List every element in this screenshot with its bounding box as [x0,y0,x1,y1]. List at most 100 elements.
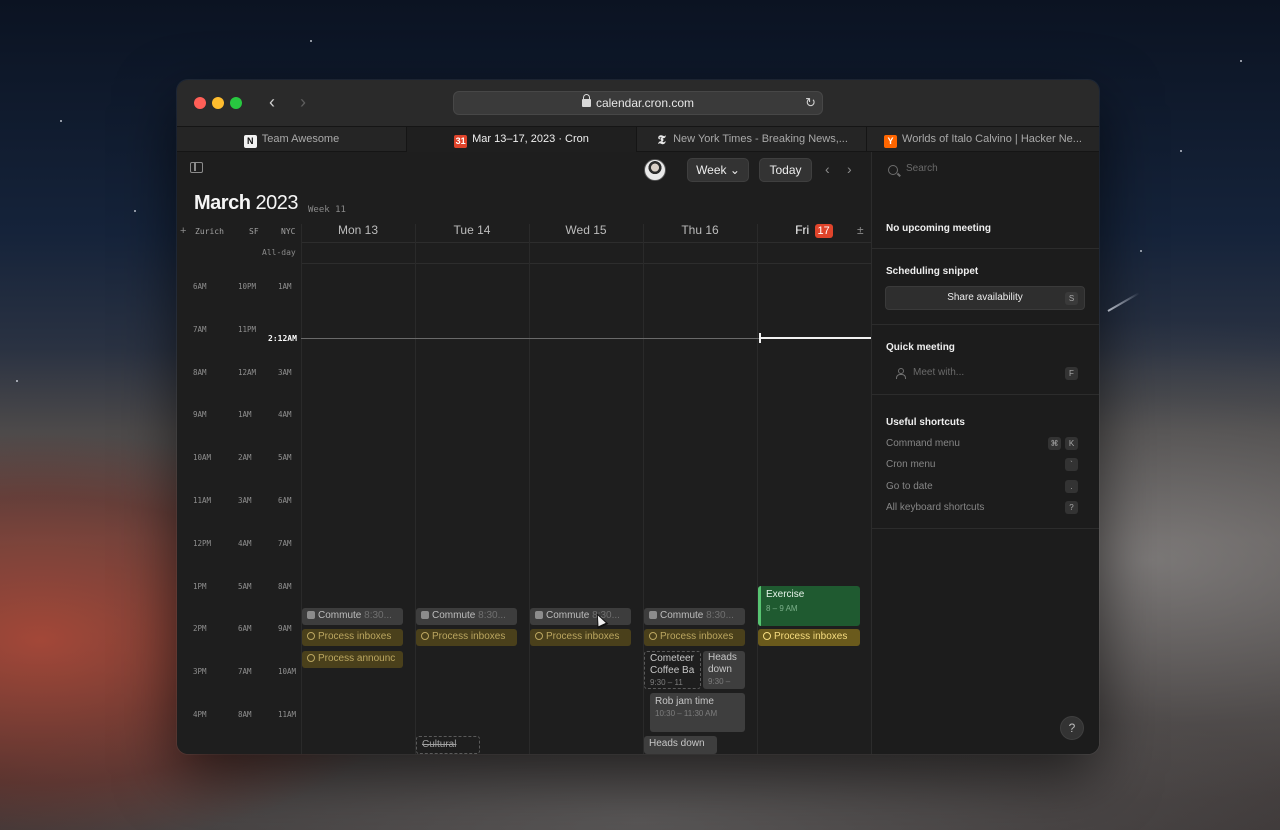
tab-label: Worlds of Italo Calvino | Hacker Ne... [902,133,1082,145]
back-arrow-icon[interactable]: ‹ [262,92,282,112]
minimize-window-button[interactable] [212,97,224,109]
current-time-label: 2:12AM [268,334,297,343]
sidebar-toggle-icon[interactable] [190,162,203,173]
event-title: Process inboxes [660,631,734,642]
zoom-window-button[interactable] [230,97,242,109]
event-commute[interactable]: Commute 8:30... [416,608,517,625]
expand-days-icon[interactable]: ± [857,223,864,237]
avatar[interactable] [644,159,666,181]
hour-label: 7AM [238,667,252,677]
hour-label: 10AM [193,453,212,463]
event-exercise[interactable]: Exercise 8 – 9 AM [758,586,860,626]
quick-meeting-heading: Quick meeting [886,342,955,353]
divider [872,394,1099,395]
commute-icon [535,611,543,619]
event-time: 10:30 – 11:30 AM [655,709,718,718]
event-process-announcements[interactable]: Process announc [302,651,403,668]
hour-label: 8AM [278,581,292,591]
allday-label: All-day [262,248,296,257]
page-title: March 2023 [194,192,298,215]
star [310,40,312,42]
hour-label: 10PM [238,282,257,291]
event-process-inboxes[interactable]: Process inboxes [416,629,517,646]
event-process-inboxes[interactable]: Process inboxes [530,629,631,646]
grid-line [415,224,416,754]
event-process-inboxes[interactable]: Process inboxes [644,629,745,646]
event-title: Process announc [318,653,396,664]
tab-team-awesome[interactable]: N Team Awesome [177,127,407,152]
star [134,210,136,212]
hour-label: 2PM [193,624,207,634]
tab-cron[interactable]: 31 Mar 13–17, 2023 · Cron [407,127,637,152]
today-button[interactable]: Today [759,158,812,182]
meet-with-input[interactable] [913,367,1053,378]
event-title: Commute [546,610,590,621]
hour-label: 9AM [193,410,207,420]
event-cultural[interactable]: Cultural [416,736,480,754]
shortcut-all-keyboard[interactable]: All keyboard shortcuts [886,502,984,513]
target-icon [763,632,771,640]
event-commute[interactable]: Commute 8:30... [302,608,403,625]
divider [301,263,871,264]
tab-label: Team Awesome [261,133,340,145]
event-title: Exercise [766,589,805,600]
hour-label: 3AM [278,367,292,377]
event-heads-down[interactable]: Heads down [644,736,717,754]
event-cometeer-coffee[interactable]: Cometeer Coffee Ba 9:30 – 11 AM [644,651,701,689]
divider [301,242,871,243]
event-time: 8:30... [364,610,392,621]
target-icon [649,632,657,640]
event-title: Cultural [422,739,457,750]
event-commute[interactable]: Commute 8:30... [530,608,631,625]
hour-label: 3AM [238,496,252,505]
event-title: Commute [660,610,704,621]
day-header[interactable]: Thu 16 [643,223,757,237]
timezone-label: Zurich [195,227,224,236]
shortcut-cron-menu[interactable]: Cron menu [886,459,935,470]
shortcut-key: ` [1065,458,1078,471]
hour-label: 11AM [278,710,297,719]
target-icon [535,632,543,640]
event-time: 8:30... [478,610,506,621]
shortcut-command-menu[interactable]: Command menu [886,438,960,449]
hour-label: 8AM [238,710,252,719]
previous-week-icon[interactable]: ‹ [825,159,830,179]
day-header[interactable]: Tue 14 [415,223,529,237]
star [1140,250,1142,252]
target-icon [307,654,315,662]
commute-icon [649,611,657,619]
tab-nyt[interactable]: 𝕿 New York Times - Breaking News,... [637,127,867,152]
address-bar[interactable]: calendar.cron.com ↻ [453,91,823,115]
reload-icon[interactable]: ↻ [805,92,816,114]
event-process-inboxes[interactable]: Process inboxes [758,629,860,646]
commute-icon [421,611,429,619]
close-window-button[interactable] [194,97,206,109]
shortcut-go-to-date[interactable]: Go to date [886,481,933,492]
day-header[interactable]: Wed 15 [529,223,643,237]
forward-arrow-icon[interactable]: › [293,92,313,112]
tab-hacker-news[interactable]: Y Worlds of Italo Calvino | Hacker Ne... [867,127,1099,152]
star [16,380,18,382]
share-availability-button[interactable]: Share availability [885,286,1085,310]
hour-label: 6AM [193,282,207,291]
event-commute[interactable]: Commute 8:30... [644,608,745,625]
day-header-today[interactable]: Fri 17 [757,223,871,238]
commute-icon [307,611,315,619]
star [60,120,62,122]
current-time-line-today [759,337,871,339]
hour-label: 8AM [193,367,207,377]
search-input[interactable] [906,163,1076,174]
hour-label: 5AM [238,581,252,591]
day-header[interactable]: Mon 13 [301,223,415,237]
add-timezone-icon[interactable]: + [180,225,186,237]
event-process-inboxes[interactable]: Process inboxes [302,629,403,646]
view-select[interactable]: Week ⌄ [687,158,749,182]
event-rob-jam-time[interactable]: Rob jam time 10:30 – 11:30 AM [650,693,745,732]
hour-label: 12PM [193,538,212,548]
help-button[interactable]: ? [1060,716,1084,740]
event-heads-down[interactable]: Heads down 9:30 – 10 [703,651,745,689]
chevron-down-icon: ⌄ [729,163,740,177]
next-week-icon[interactable]: › [847,159,852,179]
hour-label: 1AM [238,410,252,420]
divider [872,324,1099,325]
